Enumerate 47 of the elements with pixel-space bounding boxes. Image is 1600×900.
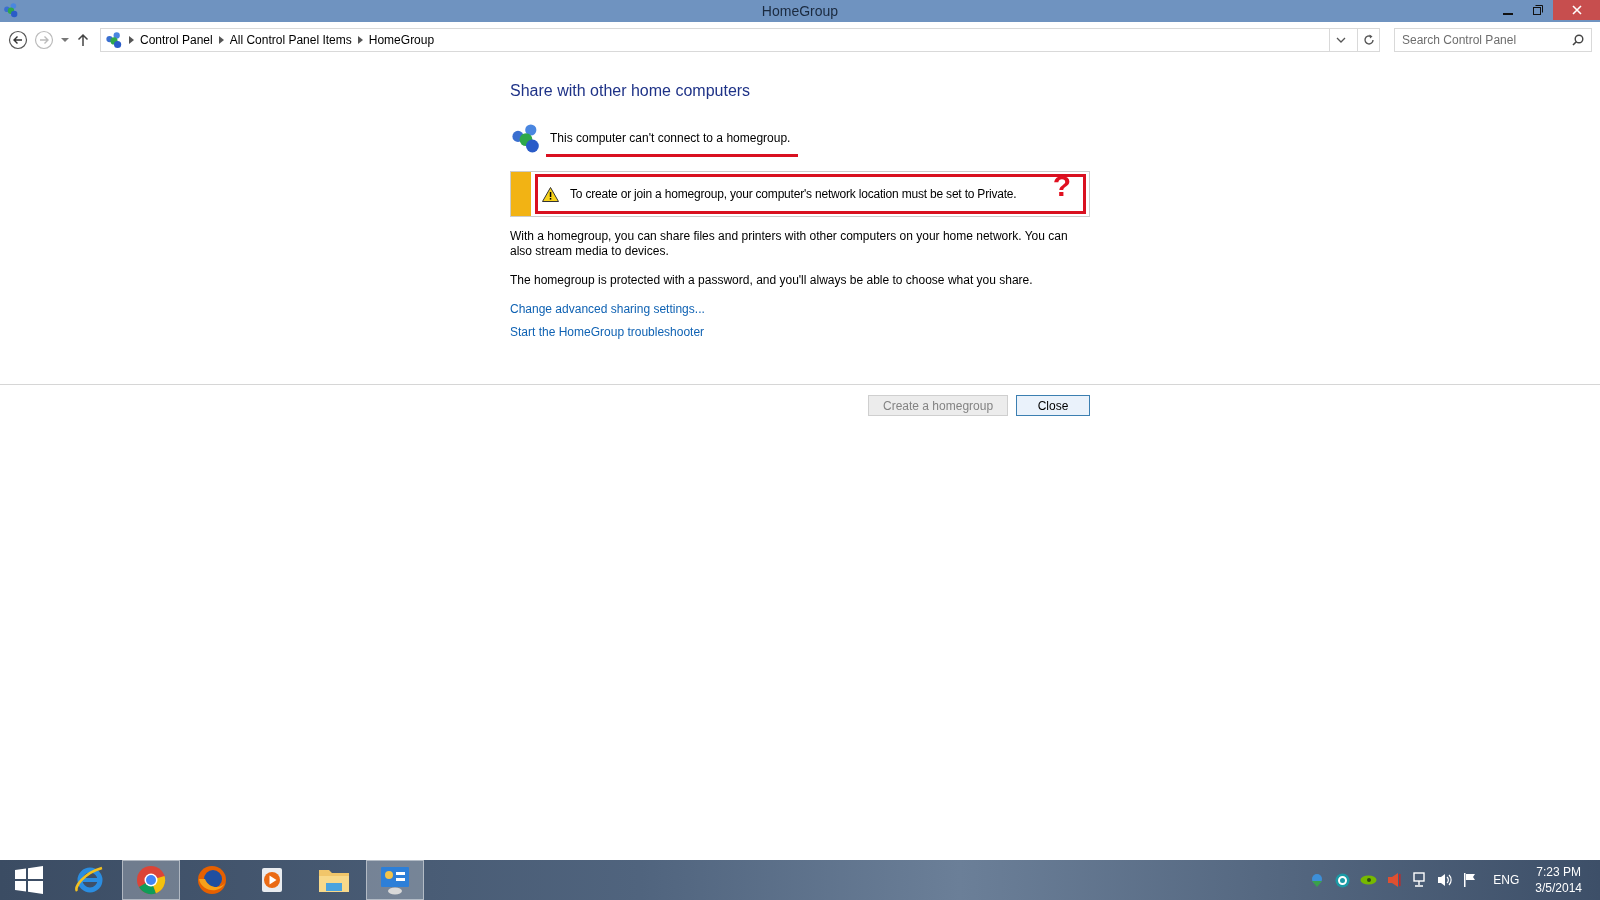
restore-icon xyxy=(1533,5,1543,15)
search-icon xyxy=(1572,34,1584,46)
link[interactable]: Start the HomeGroup troubleshooter xyxy=(510,325,1090,339)
close-button[interactable]: Close xyxy=(1016,395,1090,416)
link[interactable]: Change advanced sharing settings... xyxy=(510,302,1090,316)
status-message: This computer can't connect to a homegroup. xyxy=(550,131,791,145)
warning-icon xyxy=(542,186,559,202)
taskbar-app-button[interactable] xyxy=(366,860,424,900)
back-button[interactable] xyxy=(8,30,28,50)
close-window-button[interactable] xyxy=(1553,0,1600,20)
antivirus-icon xyxy=(1335,872,1351,888)
recent-pages-button[interactable] xyxy=(60,35,70,45)
description-text: The homegroup is protected with a password, and you'll always be able to choose what you share. xyxy=(510,273,1034,288)
refresh-icon xyxy=(1362,34,1375,46)
chrome-logo-icon xyxy=(136,865,166,895)
firefox-logo-icon xyxy=(197,865,227,895)
eye-icon xyxy=(1360,875,1378,885)
up-button[interactable] xyxy=(76,33,90,47)
close-icon xyxy=(1571,5,1582,15)
page-heading: Share with other home computers xyxy=(510,82,752,100)
question-mark-annotation: ? xyxy=(1052,171,1071,201)
warning-stripe xyxy=(511,172,531,216)
chevron-icon xyxy=(218,36,224,44)
breadcrumb[interactable]: All Control Panel Items xyxy=(229,33,352,47)
minimize-icon xyxy=(1503,13,1513,15)
windows-logo-icon xyxy=(15,866,43,894)
control-panel-icon xyxy=(379,865,411,895)
homegroup-icon xyxy=(3,1,19,18)
chevron-down-icon xyxy=(1335,37,1346,43)
network-icon xyxy=(1411,872,1428,888)
breadcrumb[interactable]: Control Panel xyxy=(140,33,213,47)
address-bar[interactable]: Control Panel All Control Panel Items HomeGroup xyxy=(100,28,1380,52)
homegroup-icon xyxy=(105,31,123,49)
clock[interactable]: 7:23 PM 3/5/2014 xyxy=(1535,864,1582,896)
chevron-icon xyxy=(357,36,363,44)
taskbar-app-button[interactable] xyxy=(122,860,180,900)
flag-icon xyxy=(1463,872,1478,888)
description-text: With a homegroup, you can share files and printers with other computers on your home network. You can also stream media to devices. xyxy=(510,229,1069,259)
speaker-icon xyxy=(1387,872,1402,888)
window-title: HomeGroup xyxy=(761,3,839,19)
homegroup-icon xyxy=(510,122,542,154)
volume-icon xyxy=(1437,873,1454,887)
search-field[interactable]: Search Control Panel xyxy=(1394,28,1592,52)
language-indicator[interactable]: ENG xyxy=(1493,873,1520,887)
breadcrumb[interactable]: HomeGroup xyxy=(368,33,435,47)
chevron-icon xyxy=(129,36,134,44)
warning-message: To create or join a homegroup, your computer's network location must be set to Private. xyxy=(570,187,1017,201)
